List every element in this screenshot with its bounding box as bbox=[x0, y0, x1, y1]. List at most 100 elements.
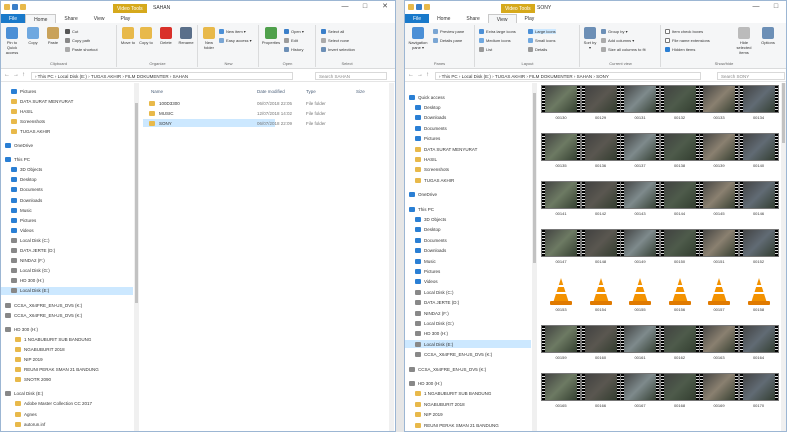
nav-item[interactable]: HD 300 (H:) bbox=[1, 277, 133, 285]
nav-item[interactable]: CCSA_X64FRE_EN-US_DV5 (K:) bbox=[1, 311, 133, 319]
nav-item[interactable]: Local Disk (G:) bbox=[405, 319, 531, 327]
nav-item[interactable]: 1 NGABUBURIT SUB BANDUNG bbox=[1, 335, 133, 343]
file-row[interactable]: MUSIC bbox=[143, 109, 275, 117]
history-button[interactable]: History bbox=[284, 47, 303, 52]
nav-item[interactable]: 1 NGABUBURIT SUB BANDUNG bbox=[405, 390, 531, 398]
cut-button[interactable]: Cut bbox=[65, 29, 78, 34]
new-folder-icon[interactable] bbox=[424, 4, 430, 10]
up-arrow-icon[interactable]: ↑ bbox=[426, 72, 429, 78]
tab-share[interactable]: Share bbox=[56, 14, 85, 23]
new-folder-button[interactable]: New folder bbox=[201, 27, 217, 50]
minimize-button[interactable]: — bbox=[335, 1, 355, 12]
nav-item[interactable]: REUNI PERAK SMAN 21 BANDUNG bbox=[405, 421, 531, 429]
close-button[interactable]: ✕ bbox=[375, 1, 395, 12]
nav-item[interactable]: Documents bbox=[405, 124, 531, 132]
nav-item[interactable]: Documents bbox=[1, 186, 133, 194]
nav-item[interactable]: CCSA_X64FRE_EN-US_DV5 (K:) bbox=[405, 365, 531, 373]
properties-icon[interactable] bbox=[416, 4, 422, 10]
nav-item[interactable]: Documents bbox=[405, 236, 531, 244]
options-button[interactable]: Options bbox=[758, 27, 778, 45]
preview-pane-button[interactable]: Preview pane bbox=[433, 29, 464, 34]
tab-file[interactable]: File bbox=[405, 14, 430, 23]
nav-item[interactable]: 3D Objects bbox=[1, 166, 133, 174]
nav-item[interactable]: Downloads bbox=[1, 196, 133, 204]
nav-item[interactable]: Desktop bbox=[1, 176, 133, 184]
forward-arrow-icon[interactable]: → bbox=[13, 72, 19, 78]
nav-scrollbar[interactable] bbox=[134, 83, 139, 431]
nav-item[interactable]: Membenar bbox=[1, 430, 133, 431]
properties-button[interactable]: Properties bbox=[262, 27, 280, 45]
nav-item[interactable]: TUGAS AKHIR bbox=[405, 176, 531, 184]
size-columns-button[interactable]: Size all columns to fit bbox=[601, 47, 646, 52]
nav-item[interactable]: autorun.inf bbox=[1, 420, 133, 428]
navigation-pane-button[interactable]: Navigation pane ▾ bbox=[407, 27, 429, 50]
nav-item[interactable]: HASIL bbox=[1, 107, 133, 115]
nav-item[interactable]: Quick access bbox=[405, 93, 531, 101]
easy-access-button[interactable]: Easy access ▾ bbox=[219, 38, 252, 43]
file-row[interactable]: 100D3300 bbox=[143, 99, 275, 107]
nav-item[interactable]: HD 300 (H:) bbox=[405, 330, 531, 338]
move-to-button[interactable]: Move to bbox=[120, 27, 136, 45]
edit-button[interactable]: Edit bbox=[284, 38, 298, 43]
hidden-items-toggle[interactable]: Hidden items bbox=[665, 47, 695, 52]
new-item-button[interactable]: New item ▾ bbox=[219, 29, 246, 34]
nav-item[interactable]: Videos bbox=[1, 226, 133, 234]
tab-play[interactable]: Play bbox=[517, 14, 543, 23]
sort-by-button[interactable]: Sort by ▾ bbox=[583, 27, 597, 50]
nav-item[interactable]: NGABUBURIT 2018 bbox=[405, 400, 531, 408]
scrollbar-thumb[interactable] bbox=[135, 103, 138, 303]
item-checkboxes-toggle[interactable]: Item check boxes bbox=[665, 29, 703, 34]
rename-button[interactable]: Rename bbox=[178, 27, 194, 45]
scrollbar-thumb[interactable] bbox=[533, 93, 536, 263]
nav-item[interactable]: Downloads bbox=[405, 247, 531, 255]
nav-item[interactable]: CCSA_X64FRE_EN-US_DV5 (K:) bbox=[1, 301, 133, 309]
nav-item[interactable]: Desktop bbox=[405, 103, 531, 111]
nav-item[interactable]: Screenshots bbox=[405, 166, 531, 174]
maximize-button[interactable]: □ bbox=[766, 1, 786, 12]
nav-item[interactable]: HASIL bbox=[405, 155, 531, 163]
context-tab-video-tools[interactable]: Video Tools bbox=[501, 4, 535, 13]
copy-button[interactable]: Copy bbox=[25, 27, 41, 45]
tab-play[interactable]: Play bbox=[113, 14, 139, 23]
back-arrow-icon[interactable]: ← bbox=[4, 72, 10, 78]
details-option[interactable]: Details bbox=[528, 47, 547, 52]
tab-view[interactable]: View bbox=[86, 14, 113, 23]
nav-item[interactable]: NIP 2019 bbox=[1, 356, 133, 364]
copy-path-button[interactable]: Copy path bbox=[65, 38, 90, 43]
nav-item[interactable]: Downloads bbox=[405, 114, 531, 122]
tab-home[interactable]: Home bbox=[429, 14, 458, 23]
column-header-type[interactable]: Type bbox=[306, 89, 316, 94]
nav-scrollbar[interactable] bbox=[532, 83, 537, 431]
medium-icons-option[interactable]: Medium icons bbox=[479, 38, 511, 43]
nav-item[interactable]: Agnes bbox=[1, 410, 133, 418]
new-folder-icon[interactable] bbox=[20, 4, 26, 10]
nav-item[interactable]: This PC bbox=[405, 205, 531, 213]
extra-large-icons-option[interactable]: Extra large icons bbox=[479, 29, 516, 34]
nav-item[interactable]: Videos bbox=[405, 278, 531, 286]
scrollbar-thumb[interactable] bbox=[782, 83, 785, 143]
nav-item[interactable]: Pictures bbox=[405, 267, 531, 275]
minimize-button[interactable]: — bbox=[746, 1, 766, 12]
pin-quick-access-button[interactable]: Pin to Quick access bbox=[3, 27, 21, 55]
nav-item[interactable]: HD 300 (H:) bbox=[405, 379, 531, 387]
nav-item[interactable]: Music bbox=[1, 206, 133, 214]
content-scrollbar[interactable] bbox=[781, 83, 786, 431]
column-header-size[interactable]: Size bbox=[356, 89, 365, 94]
nav-item[interactable]: OneDrive bbox=[1, 142, 133, 150]
nav-item[interactable]: Pictures bbox=[1, 87, 133, 95]
details-pane-button[interactable]: Details pane bbox=[433, 38, 462, 43]
small-icons-option[interactable]: Small icons bbox=[528, 38, 555, 43]
paste-shortcut-button[interactable]: Paste shortcut bbox=[65, 47, 98, 52]
tab-share[interactable]: Share bbox=[458, 14, 487, 23]
nav-item[interactable]: Pictures bbox=[405, 135, 531, 143]
copy-to-button[interactable]: Copy to bbox=[138, 27, 154, 45]
large-icons-option[interactable]: Large icons bbox=[528, 29, 556, 34]
nav-item[interactable]: Local Disk (G:) bbox=[1, 267, 133, 275]
select-all-button[interactable]: Select all bbox=[321, 29, 344, 34]
column-header-date[interactable]: Date modified bbox=[257, 89, 285, 94]
nav-item[interactable]: TUGAS AKHIR bbox=[1, 127, 133, 135]
nav-item[interactable]: DATA SURAT MENYURAT bbox=[405, 145, 531, 153]
file-row[interactable]: SONY bbox=[143, 119, 275, 127]
nav-item[interactable]: NINDA2 (F:) bbox=[1, 257, 133, 265]
nav-item[interactable]: DATA SURAT MENYURAT bbox=[1, 97, 133, 105]
